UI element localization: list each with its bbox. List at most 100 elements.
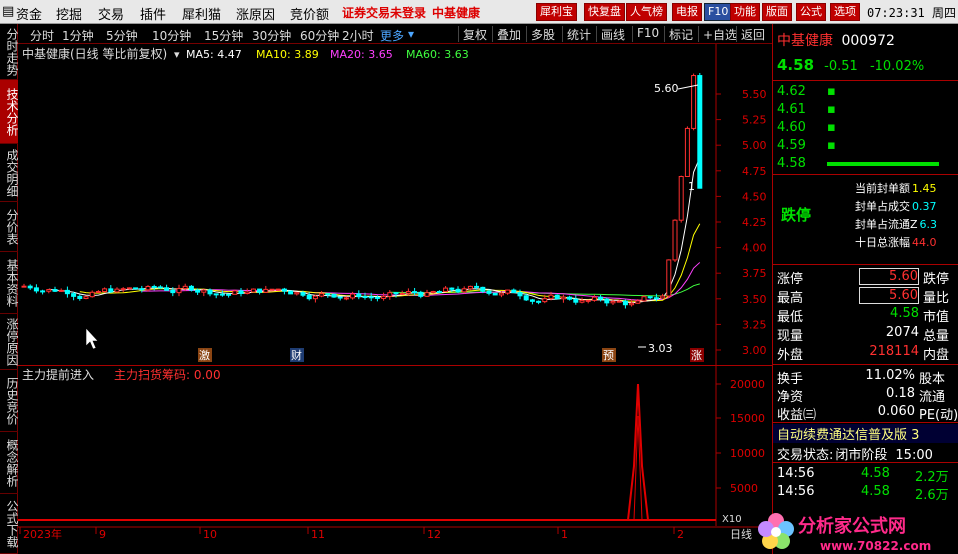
chevron-down-icon[interactable]: ▾ xyxy=(174,48,180,61)
candle-body xyxy=(498,292,504,296)
financial-row: 净资 0.18 流通 xyxy=(777,386,946,405)
price-pct: -10.02% xyxy=(869,59,925,74)
kline-svg: 5.50 5.25 5.00 4.75 4.50 4.25 4.00 3.75 3.50 3.25… xyxy=(21,44,767,366)
period-10min[interactable]: 10分钟 xyxy=(152,27,191,44)
candle-body xyxy=(263,288,269,293)
xilibao-button[interactable]: 犀利宝 xyxy=(536,3,577,21)
period-5min[interactable]: 5分钟 xyxy=(106,27,138,44)
period-60min[interactable]: 60分钟 xyxy=(300,27,339,44)
candle-body xyxy=(517,292,523,297)
menu-item-limit-reason[interactable]: 涨原因 xyxy=(236,4,275,23)
seal-info-row: 当前封单额 1.45 xyxy=(855,182,937,195)
menu-item-mining[interactable]: 挖掘 xyxy=(56,4,82,23)
period-30min[interactable]: 30分钟 xyxy=(252,27,291,44)
tab-concept[interactable]: 概念解析 xyxy=(0,432,19,494)
moving-average-line xyxy=(48,157,701,304)
menu-item-xilimao[interactable]: 犀利猫 xyxy=(182,4,221,23)
candle-body xyxy=(250,288,256,293)
mark-button[interactable]: 标记 xyxy=(664,26,697,42)
tab-price-table[interactable]: 分价表 xyxy=(0,202,19,252)
formula-button[interactable]: 公式 xyxy=(796,3,826,21)
candle-body xyxy=(480,286,486,292)
indicator-chart[interactable]: 主力提前进入 主力扫货筹码: 0.00 20000 15000 10000 5000 … xyxy=(18,366,772,526)
chart-title: 中基健康(日线 等比前复权) xyxy=(22,46,167,61)
menu-stock-name: 中基健康 xyxy=(432,6,481,20)
candle-body xyxy=(505,289,511,294)
indicator-y-tick: 5000 xyxy=(730,482,758,495)
candle-body xyxy=(207,289,213,295)
candle-body xyxy=(424,292,430,297)
event-marker-label: 财 xyxy=(291,348,302,362)
candle-body xyxy=(77,295,83,299)
multi-stock-button[interactable]: 多股 xyxy=(526,26,559,42)
stats-button[interactable]: 统计 xyxy=(562,26,595,42)
candle-body xyxy=(653,297,659,300)
draw-line-button[interactable]: 画线 xyxy=(596,26,629,42)
menu-icon[interactable]: ▤ xyxy=(2,4,14,19)
candle-body xyxy=(157,286,163,289)
tab-limit-reason[interactable]: 涨停原因 xyxy=(0,314,19,370)
tab-history-auction[interactable]: 历史竞价 xyxy=(0,370,19,432)
menu-item-plugin[interactable]: 插件 xyxy=(140,4,166,23)
overlay-button[interactable]: 叠加 xyxy=(492,26,525,42)
tab-trade-detail[interactable]: 成交明细 xyxy=(0,144,19,202)
quote-row: 外盘 218114 内盘 xyxy=(777,344,950,363)
indicator-value: 主力扫货筹码: 0.00 xyxy=(114,367,221,382)
period-intraday[interactable]: 分时 xyxy=(30,27,54,44)
candle-body xyxy=(660,295,666,299)
candle-body xyxy=(71,293,77,297)
candle-body xyxy=(461,288,467,293)
chevron-down-icon[interactable]: ▾ xyxy=(408,27,414,41)
candle-body xyxy=(672,219,678,261)
candle-body xyxy=(238,290,244,295)
candle-body xyxy=(331,293,337,298)
login-status[interactable]: 证券交易未登录 xyxy=(342,4,426,21)
stock-name: 中基健康 xyxy=(777,33,833,49)
candle-body xyxy=(666,259,672,297)
period-15min[interactable]: 15分钟 xyxy=(204,27,243,44)
candle-body xyxy=(312,295,318,300)
price-row: 4.58 -0.51 -10.02% xyxy=(777,56,924,74)
f10-tool-button[interactable]: F10 xyxy=(632,26,663,42)
candle-body xyxy=(151,286,157,289)
period-2hour[interactable]: 2小时 xyxy=(342,27,374,44)
function-button[interactable]: 功能 xyxy=(730,3,760,21)
quick-review-button[interactable]: 快复盘 xyxy=(584,3,625,21)
candle-body xyxy=(319,293,325,297)
f10-button[interactable]: F10 xyxy=(704,3,733,21)
candle-body xyxy=(399,292,405,295)
add-watchlist-button[interactable]: +自选 xyxy=(698,26,741,42)
tab-technical[interactable]: 技术分析 xyxy=(0,80,19,144)
x-tick-label: 11 xyxy=(311,528,325,541)
y-tick-label: 5.50 xyxy=(742,88,767,101)
candle-body xyxy=(381,295,387,299)
adjust-button[interactable]: 复权 xyxy=(458,26,491,42)
candle-body xyxy=(616,300,622,303)
candle-body xyxy=(443,287,449,293)
kline-chart[interactable]: 5.50 5.25 5.00 4.75 4.50 4.25 4.00 3.75 3.50 3.25… xyxy=(18,44,772,366)
menu-item-auction[interactable]: 竞价额 xyxy=(290,4,329,23)
clock: 07:23:31 周四 xyxy=(866,6,956,20)
telegram-button[interactable]: 电报 xyxy=(672,3,702,21)
period-1min[interactable]: 1分钟 xyxy=(62,27,94,44)
indicator-y-tick: 10000 xyxy=(730,447,765,460)
tab-intraday[interactable]: 分时走势 xyxy=(0,24,19,80)
candle-body xyxy=(170,289,176,294)
back-button[interactable]: 返回 xyxy=(736,26,769,42)
ladder-row: 4.58 xyxy=(777,156,939,171)
popularity-button[interactable]: 人气榜 xyxy=(626,3,667,21)
candle-body xyxy=(33,287,39,292)
candle-body xyxy=(523,295,529,301)
tab-basic-info[interactable]: 基本资料 xyxy=(0,252,19,314)
options-button[interactable]: 选项 xyxy=(830,3,860,21)
menu-item-funds[interactable]: 资金 xyxy=(16,4,42,23)
layout-button[interactable]: 版面 xyxy=(762,3,792,21)
menu-item-trade[interactable]: 交易 xyxy=(98,4,124,23)
period-more[interactable]: 更多 xyxy=(380,27,404,44)
candle-body xyxy=(554,294,560,300)
promo-banner[interactable]: 自动续费通达信普及版 3 xyxy=(773,424,958,443)
y-tick-label: 3.75 xyxy=(742,267,767,280)
quote-row: 涨停 5.60 跌停 xyxy=(777,268,950,287)
candle-body xyxy=(58,289,64,292)
tab-formula-download[interactable]: 公式下载 xyxy=(0,494,19,554)
